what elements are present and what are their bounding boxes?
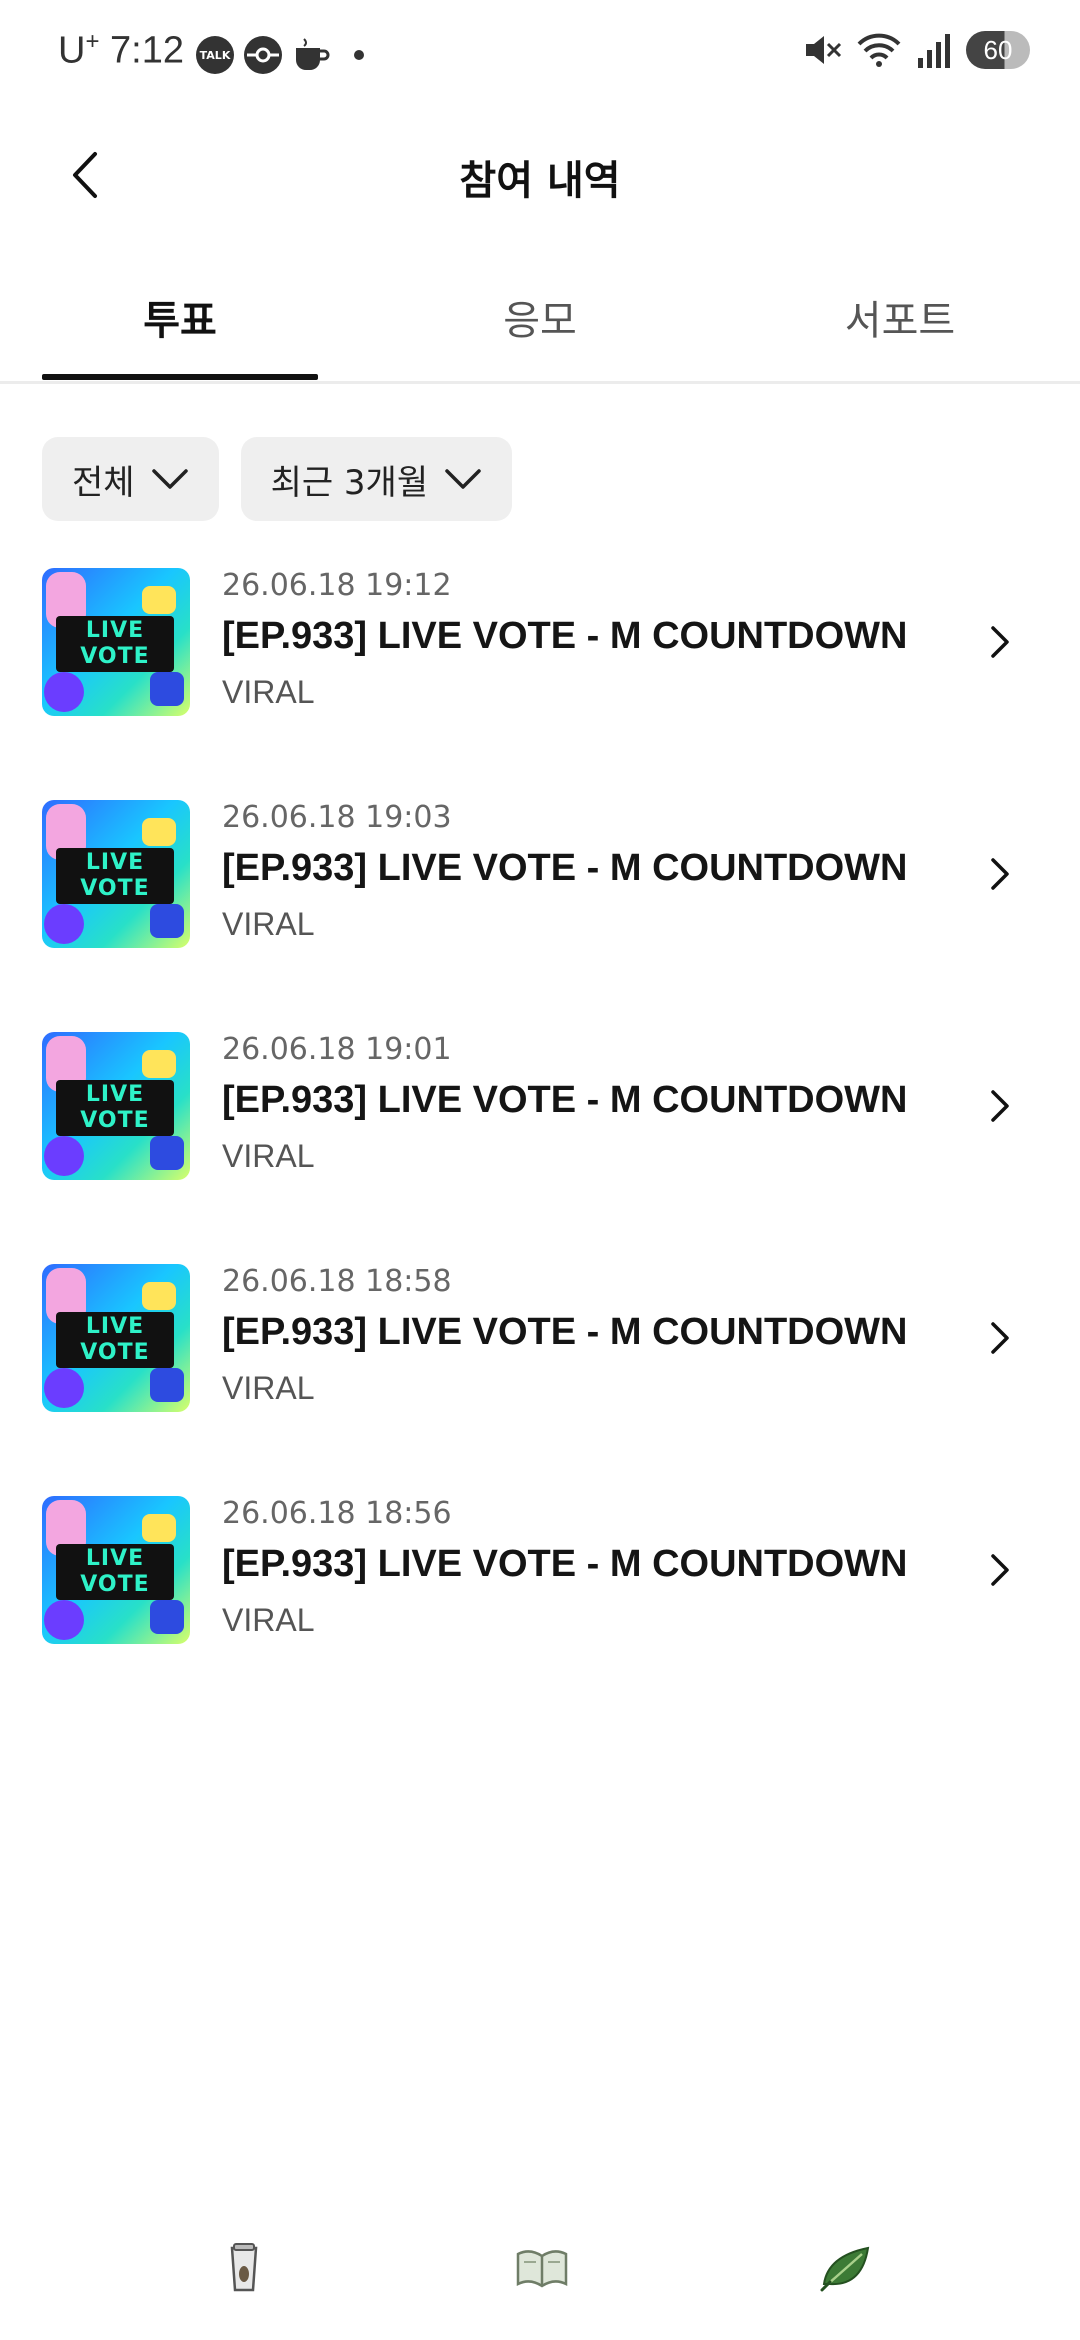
event-source: VIRAL [222,906,315,942]
carrier-plus: + [85,28,100,55]
event-thumbnail: LIVE VOTE [42,1032,190,1180]
pokeball-icon [244,36,282,74]
event-title: [EP.933] LIVE VOTE - M COUNTDOWN [222,847,908,889]
event-title: [EP.933] LIVE VOTE - M COUNTDOWN [222,1311,908,1353]
period-filter-dropdown[interactable]: 최근 3개월 [240,437,513,521]
thumbnail-label: LIVE VOTE [56,1080,174,1136]
notification-icons: TALK [196,36,364,74]
filter-bar: 전체 최근 3개월 [42,437,513,521]
chevron-right-icon [991,1090,1009,1122]
event-thumbnail: LIVE VOTE [42,800,190,948]
list-item[interactable]: LIVE VOTE 26.06.18 19:12 [EP.933] LIVE V… [0,566,1080,798]
clock: 7:12 [110,29,184,72]
event-title: [EP.933] LIVE VOTE - M COUNTDOWN [222,1543,908,1585]
list-item[interactable]: LIVE VOTE 26.06.18 18:58 [EP.933] LIVE V… [0,1262,1080,1494]
event-title: [EP.933] LIVE VOTE - M COUNTDOWN [222,615,908,657]
mute-icon [806,36,842,64]
event-title: [EP.933] LIVE VOTE - M COUNTDOWN [222,1079,908,1121]
thumbnail-label: LIVE VOTE [56,616,174,672]
chevron-right-icon [991,1322,1009,1354]
tab-entry[interactable]: 응모 [402,288,678,346]
system-icons: 60 [802,30,1030,70]
event-thumbnail: LIVE VOTE [42,1264,190,1412]
category-filter-label: 전체 [72,462,135,503]
thumbnail-label: LIVE VOTE [56,848,174,904]
wifi-icon [857,33,901,67]
participation-date: 26.06.18 18:56 [222,1496,452,1531]
event-source: VIRAL [222,1602,315,1638]
list-item[interactable]: LIVE VOTE 26.06.18 19:01 [EP.933] LIVE V… [0,1030,1080,1262]
chevron-right-icon [991,626,1009,658]
category-filter-dropdown[interactable]: 전체 [42,437,219,521]
chevron-down-icon [445,469,481,489]
vote-history-list: LIVE VOTE 26.06.18 19:12 [EP.933] LIVE V… [0,566,1080,1726]
leaf-icon[interactable] [818,2240,874,2296]
status-bar: U+ 7:12 TALK 60 [0,0,1080,110]
thumbnail-label: LIVE VOTE [56,1544,174,1600]
event-source: VIRAL [222,1370,315,1406]
participation-date: 26.06.18 18:58 [222,1264,452,1299]
list-item[interactable]: LIVE VOTE 26.06.18 18:56 [EP.933] LIVE V… [0,1494,1080,1726]
page-title: 참여 내역 [459,158,621,204]
event-source: VIRAL [222,674,315,710]
coffee-icon [292,36,330,74]
battery-indicator: 60 [966,31,1030,69]
talk-icon: TALK [196,36,234,74]
carrier: U [58,29,86,72]
participation-date: 26.06.18 19:03 [222,800,452,835]
tab-support[interactable]: 서포트 [762,288,1038,346]
tab-bar: 투표 응모 서포트 [0,260,1080,384]
period-filter-label: 최근 3개월 [270,462,429,503]
participation-date: 26.06.18 19:01 [222,1032,452,1067]
active-tab-indicator [42,374,318,380]
chevron-down-icon [151,469,188,489]
list-item[interactable]: LIVE VOTE 26.06.18 19:03 [EP.933] LIVE V… [0,798,1080,1030]
event-source: VIRAL [222,1138,315,1174]
bottom-navigation [0,2230,1080,2320]
signal-icon [918,34,950,68]
event-thumbnail: LIVE VOTE [42,568,190,716]
participation-date: 26.06.18 19:12 [222,568,452,603]
header: 참여 내역 [0,120,1080,230]
book-icon[interactable] [514,2240,570,2296]
chevron-right-icon [991,858,1009,890]
tab-vote[interactable]: 투표 [42,288,318,346]
chevron-right-icon [991,1554,1009,1586]
more-notifications-dot [354,50,364,60]
thumbnail-label: LIVE VOTE [56,1312,174,1368]
event-thumbnail: LIVE VOTE [42,1496,190,1644]
cup-icon[interactable] [216,2240,272,2296]
carrier-time: U+ 7:12 [58,28,184,73]
